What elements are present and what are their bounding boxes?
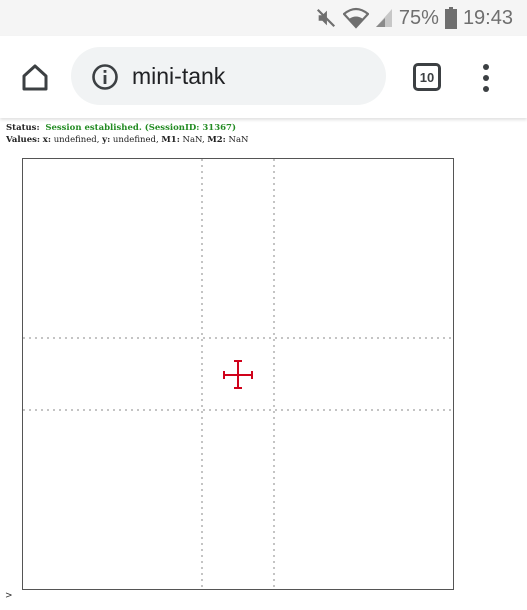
- info-icon[interactable]: [91, 63, 119, 91]
- m1-label: M1:: [161, 135, 180, 145]
- m2-value: NaN: [228, 135, 249, 145]
- browser-toolbar: mini-tank 10: [0, 36, 527, 118]
- battery-icon: [444, 7, 457, 29]
- status-label: Status:: [6, 123, 40, 133]
- m1-value: NaN,: [182, 135, 205, 145]
- y-value: undefined,: [112, 135, 159, 145]
- joystick-pad[interactable]: [22, 158, 454, 590]
- home-button[interactable]: [16, 58, 54, 96]
- tab-switcher-button[interactable]: 10: [413, 63, 441, 91]
- status-value: Session established. (SessionID: 31367): [45, 123, 236, 133]
- clock: 19:43: [462, 6, 513, 29]
- crosshair-icon[interactable]: [223, 360, 253, 389]
- signal-icon: [375, 8, 393, 28]
- wifi-icon: [342, 7, 369, 29]
- m2-label: M2:: [207, 135, 226, 145]
- page-content: Status: Session established. (SessionID:…: [0, 118, 527, 610]
- address-bar[interactable]: mini-tank: [71, 47, 386, 105]
- x-value: undefined,: [53, 135, 100, 145]
- values-line: Values: x: undefined, y: undefined, M1: …: [6, 135, 248, 145]
- url-text[interactable]: mini-tank: [132, 47, 225, 105]
- status-line: Status: Session established. (SessionID:…: [6, 123, 236, 133]
- mute-icon: [315, 7, 337, 29]
- joystick-canvas[interactable]: [23, 159, 453, 589]
- status-bar: 75% 19:43: [0, 0, 527, 36]
- console-prompt: >: [5, 591, 13, 601]
- x-label: x:: [42, 135, 51, 145]
- battery-percentage: 75%: [398, 6, 439, 29]
- home-icon: [22, 64, 48, 91]
- tab-count: 10: [419, 69, 435, 85]
- y-label: y:: [102, 135, 111, 145]
- values-label: Values:: [6, 135, 41, 145]
- kebab-menu-icon[interactable]: [472, 60, 500, 96]
